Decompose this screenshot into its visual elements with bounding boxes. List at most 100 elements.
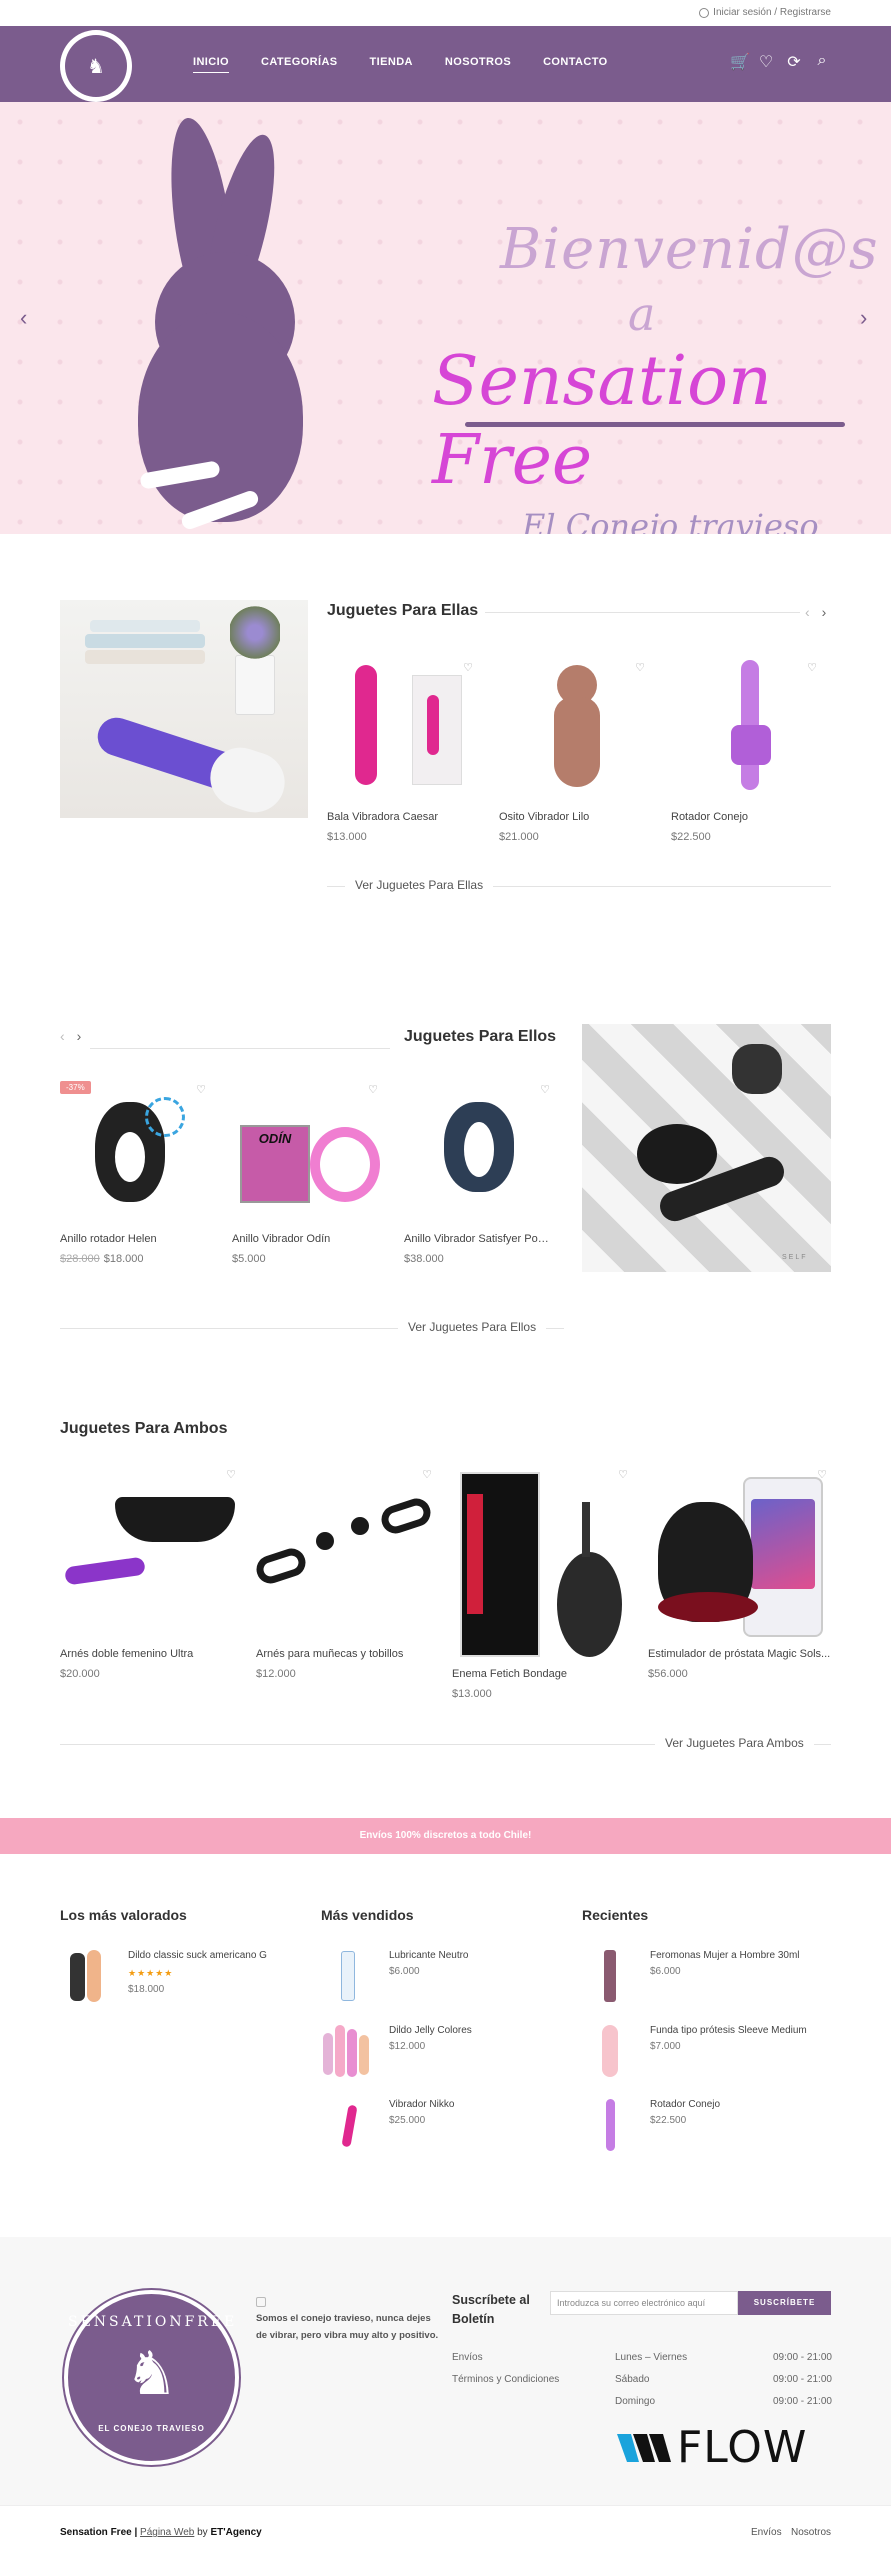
product-name[interactable]: Anillo Vibrador Satisfyer Powe...: [404, 1233, 554, 1245]
product-price: $5.000: [232, 1253, 266, 1265]
list-item[interactable]: Dildo Jelly Colores $12.000: [321, 2023, 551, 2083]
item-name[interactable]: Rotador Conejo: [650, 2099, 720, 2110]
hours-day: Domingo: [615, 2396, 656, 2407]
list-item[interactable]: Feromonas Mujer a Hombre 30ml $6.000: [582, 1948, 812, 2008]
footer-link-terminos[interactable]: Términos y Condiciones: [452, 2374, 559, 2385]
prev-icon[interactable]: ‹: [60, 1028, 65, 1044]
wishlist-icon[interactable]: ♡: [540, 1083, 550, 1096]
product-card[interactable]: ♡ Arnés doble femenino Ultra $20.000: [60, 1462, 240, 1680]
item-price: $6.000: [389, 1966, 420, 1977]
next-icon[interactable]: ›: [822, 604, 827, 620]
ellos-promo-image[interactable]: SELF: [582, 1024, 831, 1272]
list-item[interactable]: Funda tipo prótesis Sleeve Medium $7.000: [582, 2023, 812, 2083]
cart-icon[interactable]: 🛒: [730, 52, 750, 72]
wishlist-icon[interactable]: ♡: [463, 661, 473, 674]
item-price: $18.000: [128, 1984, 165, 1995]
item-name[interactable]: Feromonas Mujer a Hombre 30ml: [650, 1950, 800, 1961]
product-card[interactable]: ♡ Osito Vibrador Lilo $21.000: [499, 655, 649, 843]
product-name[interactable]: Osito Vibrador Lilo: [499, 811, 649, 823]
web-link[interactable]: Página Web: [140, 2527, 194, 2538]
product-card[interactable]: ♡ Estimulador de próstata Magic Sols... …: [648, 1462, 831, 1680]
agency-link[interactable]: ET'Agency: [210, 2527, 261, 2538]
rating-stars: ★★★★★: [128, 1968, 174, 1978]
product-name[interactable]: Arnés para muñecas y tobillos: [256, 1648, 436, 1660]
wishlist-icon[interactable]: ♡: [368, 1083, 378, 1096]
ellas-promo-image[interactable]: [60, 600, 308, 818]
rabbit-logo-icon: ♞: [124, 2340, 179, 2407]
recent-title: Recientes: [582, 1907, 649, 1923]
rabbit-logo-icon: ♞: [87, 55, 105, 78]
nav-contacto[interactable]: CONTACTO: [543, 56, 608, 73]
wishlist-icon[interactable]: ♡: [635, 661, 645, 674]
wishlist-icon[interactable]: ♡: [196, 1083, 206, 1096]
nav-nosotros[interactable]: NOSOTROS: [445, 56, 511, 73]
wishlist-icon[interactable]: ♡: [618, 1468, 628, 1481]
list-item[interactable]: Rotador Conejo $22.500: [582, 2097, 812, 2157]
hero-title-2: a: [628, 287, 656, 341]
refresh-icon[interactable]: ⟳: [786, 52, 802, 72]
next-icon[interactable]: ›: [77, 1028, 82, 1044]
subscribe-button[interactable]: SUSCRÍBETE: [738, 2291, 831, 2315]
bottom-link-nosotros[interactable]: Nosotros: [791, 2527, 831, 2538]
hours-time: 09:00 - 21:00: [773, 2396, 832, 2407]
product-name[interactable]: Anillo rotador Helen: [60, 1233, 210, 1245]
item-name[interactable]: Vibrador Nikko: [389, 2099, 454, 2110]
see-all-ellas-link[interactable]: Ver Juguetes Para Ellas: [345, 878, 494, 892]
see-all-ellos-link[interactable]: Ver Juguetes Para Ellos: [398, 1320, 547, 1334]
newsletter-title: Suscríbete al Boletín: [452, 2293, 530, 2326]
flow-payment-logo: FLOW: [617, 2422, 807, 2473]
wishlist-icon[interactable]: ♡: [807, 661, 817, 674]
nav-categorias[interactable]: CATEGORÍAS: [261, 56, 338, 73]
hours-day: Lunes – Viernes: [615, 2352, 688, 2363]
list-item[interactable]: Dildo classic suck americano G ★★★★★ $18…: [60, 1948, 290, 2008]
item-name[interactable]: Dildo Jelly Colores: [389, 2025, 472, 2036]
product-name[interactable]: Rotador Conejo: [671, 811, 821, 823]
product-price: $13.000: [452, 1688, 492, 1700]
image-icon: [256, 2297, 266, 2307]
nav-inicio[interactable]: INICIO: [193, 56, 230, 73]
ellos-arrows: ‹ ›: [60, 1028, 81, 1044]
hero-title-1: Bienvenid@s: [500, 217, 879, 282]
flow-text: FLOW: [677, 2422, 808, 2473]
wishlist-icon[interactable]: ♡: [226, 1468, 236, 1481]
product-card[interactable]: -37% ♡ Anillo rotador Helen $28.000 $18.0…: [60, 1077, 210, 1265]
newsletter-email-input[interactable]: Introduzca su correo electrónico aquí: [550, 2291, 738, 2315]
top-rated-title: Los más valorados: [60, 1907, 187, 1923]
product-name[interactable]: Arnés doble femenino Ultra: [60, 1648, 240, 1660]
product-name[interactable]: Enema Fetich Bondage: [452, 1668, 632, 1680]
hero-prev-icon[interactable]: ‹: [20, 305, 27, 331]
promo-caption: SELF: [782, 1254, 808, 1261]
list-item[interactable]: Lubricante Neutro $6.000: [321, 1948, 551, 2008]
product-card[interactable]: ♡ Rotador Conejo $22.500: [671, 655, 821, 843]
product-name[interactable]: Bala Vibradora Caesar: [327, 811, 477, 823]
ambos-title: Juguetes Para Ambos: [60, 1420, 228, 1437]
search-icon[interactable]: ⌕: [814, 52, 830, 72]
product-name[interactable]: Anillo Vibrador Odín: [232, 1233, 382, 1245]
item-name[interactable]: Funda tipo prótesis Sleeve Medium: [650, 2025, 807, 2036]
product-price: $20.000: [60, 1668, 100, 1680]
item-name[interactable]: Dildo classic suck americano G: [128, 1950, 267, 1961]
item-name[interactable]: Lubricante Neutro: [389, 1950, 469, 1961]
product-name[interactable]: Estimulador de próstata Magic Sols...: [648, 1648, 831, 1660]
product-price: $28.000 $18.000: [60, 1253, 144, 1265]
product-card[interactable]: ♡ Bala Vibradora Caesar $13.000: [327, 655, 477, 843]
product-card[interactable]: ♡ Enema Fetich Bondage $13.000: [452, 1462, 632, 1700]
hero-next-icon[interactable]: ›: [860, 305, 867, 331]
product-card[interactable]: ♡ Arnés para muñecas y tobillos $12.000: [256, 1462, 436, 1680]
nav-tienda[interactable]: TIENDA: [370, 56, 413, 73]
ellos-title: Juguetes Para Ellos: [404, 1028, 557, 1045]
see-all-ambos-link[interactable]: Ver Juguetes Para Ambos: [655, 1736, 814, 1750]
top-bar: Iniciar sesión / Registrarse: [0, 0, 891, 26]
ellas-arrows: ‹ ›: [805, 604, 826, 620]
product-card[interactable]: ♡ ODÍN Anillo Vibrador Odín $5.000: [232, 1077, 382, 1265]
product-card[interactable]: ♡ Anillo Vibrador Satisfyer Powe... $38.…: [404, 1077, 554, 1265]
site-logo[interactable]: ♞: [60, 30, 132, 102]
login-link[interactable]: Iniciar sesión / Registrarse: [699, 7, 831, 18]
prev-icon[interactable]: ‹: [805, 604, 810, 620]
heart-icon[interactable]: ♡: [758, 52, 774, 72]
wishlist-icon[interactable]: ♡: [422, 1468, 432, 1481]
bottom-link-envios[interactable]: Envíos: [751, 2527, 782, 2538]
footer-link-envios[interactable]: Envíos: [452, 2352, 483, 2363]
old-price: $28.000: [60, 1253, 100, 1265]
list-item[interactable]: Vibrador Nikko $25.000: [321, 2097, 551, 2157]
